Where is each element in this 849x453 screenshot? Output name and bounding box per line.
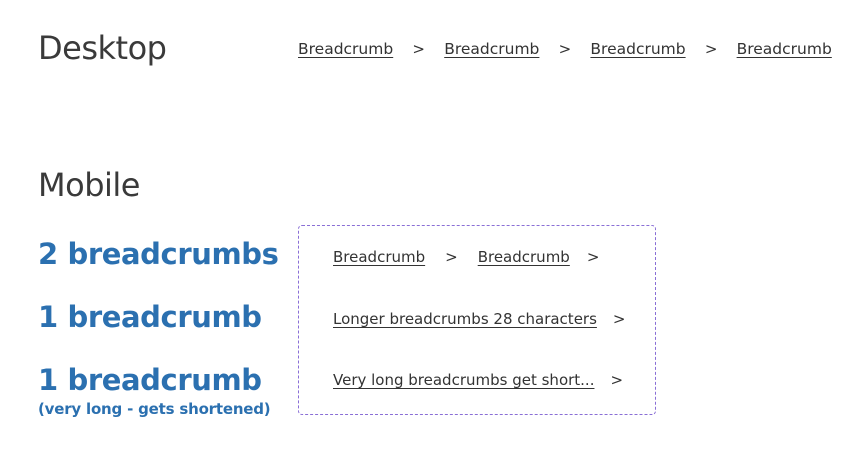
mobile-breadcrumb-link-longer[interactable]: Longer breadcrumbs 28 characters (333, 312, 597, 327)
mobile-breadcrumb-row-very-long: Very long breadcrumbs get short... > (333, 373, 623, 388)
desktop-breadcrumb-link-3[interactable]: Breadcrumb (590, 41, 685, 58)
example-label-one-breadcrumb: 1 breadcrumb (38, 300, 262, 334)
mobile-breadcrumb-row-two: Breadcrumb > Breadcrumb > (333, 250, 599, 265)
desktop-breadcrumb: Breadcrumb > Breadcrumb > Breadcrumb > B… (298, 40, 832, 59)
mobile-breadcrumb-link-2[interactable]: Breadcrumb (478, 250, 570, 265)
desktop-heading: Desktop (38, 29, 167, 67)
breadcrumb-separator-icon: > (704, 40, 718, 59)
breadcrumb-separator-icon: > (445, 248, 458, 266)
breadcrumb-separator-icon: > (558, 40, 572, 59)
mobile-breadcrumb-link-very-long[interactable]: Very long breadcrumbs get short... (333, 373, 594, 388)
mobile-heading: Mobile (38, 166, 140, 204)
desktop-breadcrumb-link-4[interactable]: Breadcrumb (737, 41, 832, 58)
example-label-two-breadcrumbs: 2 breadcrumbs (38, 237, 279, 271)
example-sublabel-shortened: (very long - gets shortened) (38, 400, 271, 418)
desktop-breadcrumb-link-1[interactable]: Breadcrumb (298, 41, 393, 58)
breadcrumb-separator-icon: > (610, 371, 624, 389)
desktop-breadcrumb-link-2[interactable]: Breadcrumb (444, 41, 539, 58)
breadcrumb-separator-icon: > (412, 40, 425, 59)
mobile-breadcrumb-link-1[interactable]: Breadcrumb (333, 250, 425, 265)
breadcrumb-separator-icon: > (586, 248, 600, 266)
mobile-breadcrumb-frame: Breadcrumb > Breadcrumb > Longer breadcr… (298, 225, 656, 415)
breadcrumb-separator-icon: > (612, 310, 626, 328)
mobile-breadcrumb-row-longer: Longer breadcrumbs 28 characters > (333, 312, 625, 327)
example-label-one-breadcrumb-long: 1 breadcrumb (38, 363, 262, 397)
